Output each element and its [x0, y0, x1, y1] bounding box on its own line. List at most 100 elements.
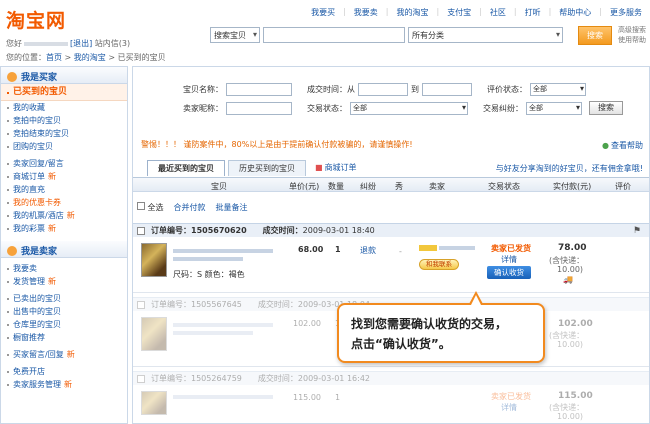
sidebar-item-seller-reply[interactable]: 卖家回复/留言	[1, 157, 127, 170]
user-bar: 您好 [退出] 站内信(3)	[6, 38, 130, 49]
category-select[interactable]: 所有分类	[408, 27, 563, 43]
tab-recent[interactable]: 最近买到的宝贝	[147, 160, 225, 176]
merge-pay-button[interactable]: 合并付款	[174, 202, 206, 213]
contact-seller-button[interactable]: 和我联系	[419, 259, 459, 270]
order-checkbox[interactable]	[137, 300, 145, 309]
col-item: 宝贝	[211, 182, 227, 191]
logout-link[interactable]: [退出]	[70, 39, 92, 48]
order-status: 卖家已发货	[491, 392, 531, 401]
trade-status-select[interactable]: 全部	[350, 101, 468, 115]
callout-line-2: 点击“确认收货”。	[351, 337, 451, 351]
rating-status-select[interactable]: 全部	[530, 83, 586, 96]
seller-nick-label: 卖家昵称：	[183, 103, 223, 113]
tab-mall-orders[interactable]: 商城订单	[315, 160, 357, 176]
sidebar-item-tickets[interactable]: 我的机票/酒店新	[1, 209, 127, 222]
taobao-logo[interactable]: 淘宝网	[6, 6, 66, 33]
order-detail-link[interactable]: 详情	[501, 402, 517, 413]
truck-icon: 🚚	[563, 275, 573, 284]
breadcrumb-current: 已买到的宝贝	[117, 53, 166, 62]
sidebar-item-recharge[interactable]: 我的直充	[1, 183, 127, 196]
item-name-input[interactable]	[226, 83, 292, 96]
sidebar-item-favorites[interactable]: 我的收藏	[1, 101, 127, 114]
nav-help[interactable]: 帮助中心	[559, 7, 591, 18]
breadcrumb-mytaobao[interactable]: 我的淘宝	[74, 53, 106, 62]
breadcrumb-home[interactable]: 首页	[46, 53, 62, 62]
flag-icon[interactable]: ⚑	[633, 226, 641, 236]
item-title-mask[interactable]	[173, 395, 273, 399]
order-number: 1505670620	[191, 226, 247, 235]
messages-link[interactable]: 站内信(3)	[95, 39, 130, 48]
seller-icon	[7, 245, 17, 256]
col-status: 交易状态	[488, 182, 520, 191]
sidebar: 我是买家 已买到的宝贝 我的收藏 竞拍中的宝贝 竞拍结束的宝贝 团购的宝贝 卖家…	[0, 66, 128, 424]
refund-link[interactable]: 退款	[360, 245, 376, 256]
seller-nick-input[interactable]	[226, 101, 292, 115]
deal-time-from-input[interactable]	[358, 83, 408, 96]
order-row: 尺码：S 颜色：褐色 68.00 1 退款 - 和我联系 卖家已发货 详情 确认…	[133, 237, 649, 293]
sidebar-item-sold[interactable]: 已卖出的宝贝	[1, 292, 127, 305]
col-show: 秀	[395, 182, 403, 191]
trade-status-label: 交易状态：	[307, 103, 347, 113]
advanced-search-link[interactable]: 高级搜索 使用帮助	[618, 25, 650, 45]
help-link[interactable]: 查看帮助	[602, 140, 643, 151]
col-rating: 评价	[615, 182, 631, 191]
sidebar-item-showcase[interactable]: 橱窗推荐	[1, 331, 127, 344]
item-name-label: 宝贝名称：	[183, 85, 223, 94]
sidebar-item-on-sale[interactable]: 出售中的宝贝	[1, 305, 127, 318]
nav-more[interactable]: 更多服务	[610, 7, 642, 18]
item-thumbnail[interactable]	[141, 391, 167, 415]
seller-name-mask[interactable]	[439, 246, 475, 250]
sidebar-item-lottery[interactable]: 我的彩票新	[1, 222, 127, 235]
sidebar-item-seller-services[interactable]: 卖家服务管理新	[1, 378, 127, 391]
tab-history[interactable]: 历史买到的宝贝	[228, 160, 306, 176]
sidebar-item-group-buy[interactable]: 团购的宝贝	[1, 140, 127, 153]
breadcrumb-prefix: 您的位置：	[6, 53, 46, 62]
sidebar-item-buyer-msgs[interactable]: 买家留言/回复新	[1, 348, 127, 361]
nav-ask[interactable]: 打听	[525, 7, 541, 18]
nav-alipay[interactable]: 支付宝	[447, 7, 471, 18]
confirm-receipt-button[interactable]: 确认收货	[487, 266, 531, 279]
nav-buy[interactable]: 我要买	[311, 7, 335, 18]
order-checkbox[interactable]	[137, 226, 145, 235]
item-title-mask[interactable]	[173, 249, 273, 253]
deal-time-to-input[interactable]	[422, 83, 472, 96]
search-input[interactable]	[263, 27, 405, 43]
item-spec: 尺码：S 颜色：褐色	[173, 270, 245, 279]
sidebar-item-mall-orders[interactable]: 商城订单新	[1, 170, 127, 183]
dispute-select[interactable]: 全部	[526, 101, 582, 115]
item-thumbnail[interactable]	[141, 317, 167, 351]
nav-sell[interactable]: 我要卖	[354, 7, 378, 18]
order-number: 1505264759	[191, 374, 242, 383]
shipping-fee: 10.00)	[557, 265, 584, 274]
select-all-checkbox[interactable]	[137, 202, 145, 210]
sidebar-item-sell[interactable]: 我要卖	[1, 262, 127, 275]
sidebar-item-bid-ended[interactable]: 竞拍结束的宝贝	[1, 127, 127, 140]
batch-note-button[interactable]: 批量备注	[216, 202, 248, 213]
search-type-select[interactable]: 搜索宝贝	[210, 27, 260, 43]
sidebar-item-coupons[interactable]: 我的优惠卡券	[1, 196, 127, 209]
nav-community[interactable]: 社区	[490, 7, 506, 18]
order-detail-link[interactable]: 详情	[501, 254, 517, 265]
sidebar-item-bought[interactable]: 已买到的宝贝	[1, 84, 127, 101]
item-title-mask-2[interactable]	[173, 257, 243, 261]
share-promo-link[interactable]: 与好友分享淘到的好宝贝，还有佣金拿哦!	[496, 163, 643, 174]
sidebar-item-shipping[interactable]: 发货管理新	[1, 275, 127, 288]
bulk-actions: 全选 合并付款 批量备注	[137, 202, 248, 213]
wangwang-icon[interactable]	[419, 245, 437, 251]
order-checkbox[interactable]	[137, 374, 145, 383]
sidebar-item-bidding[interactable]: 竞拍中的宝贝	[1, 114, 127, 127]
deal-time-to-label: 到	[411, 85, 419, 94]
item-thumbnail[interactable]	[141, 243, 167, 277]
sidebar-item-open-shop[interactable]: 免费开店	[1, 365, 127, 378]
item-title-mask[interactable]	[173, 323, 273, 327]
sidebar-item-warehouse[interactable]: 仓库里的宝贝	[1, 318, 127, 331]
quantity: 1	[335, 393, 341, 402]
greeting: 您好	[6, 39, 22, 48]
dispute-label: 交易纠纷：	[483, 103, 523, 113]
search-button[interactable]: 搜索	[578, 25, 612, 45]
quantity: 1	[335, 245, 341, 254]
nav-mytaobao[interactable]: 我的淘宝	[396, 7, 428, 18]
filter-search-button[interactable]: 搜索	[589, 101, 623, 115]
item-title-mask-2[interactable]	[173, 331, 253, 335]
select-all-label: 全选	[147, 203, 164, 212]
